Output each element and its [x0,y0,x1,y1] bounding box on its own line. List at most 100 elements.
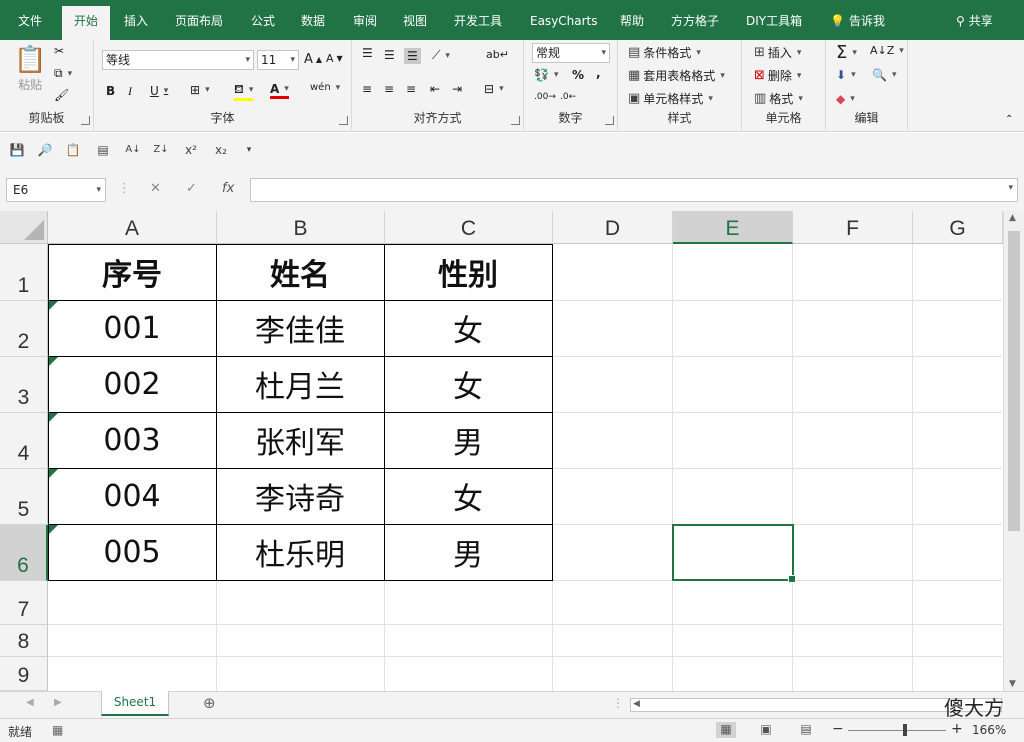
copy-icon[interactable]: ⧉ [54,66,72,81]
active-cell-e6[interactable] [672,524,796,583]
align-top-icon[interactable]: ☰ [362,46,373,60]
row-header-6[interactable]: 6 [0,525,48,581]
format-cells-button[interactable]: ▥ 格式 [754,90,803,107]
cell-a4[interactable]: 003 [48,412,216,468]
cell-a3[interactable]: 002 [48,356,216,412]
superscript-icon[interactable]: x² [182,142,200,158]
vertical-scroll-thumb[interactable] [1008,231,1020,531]
save-icon[interactable]: 💾 [8,142,26,158]
format-painter-icon[interactable]: 🖌 [54,88,69,102]
zoom-slider-thumb[interactable] [903,724,907,736]
fill-icon[interactable]: ⬇ [836,68,856,82]
align-bottom-icon[interactable]: ☰ [404,48,421,64]
tab-insert[interactable]: 插入 [124,10,148,32]
font-launcher-icon[interactable] [339,116,348,125]
sort-asc-icon[interactable]: A↓ [124,142,142,158]
insert-function-icon[interactable]: fx [222,181,234,196]
cell-c2[interactable]: 女 [384,300,552,356]
normal-view-icon[interactable]: ▦ [716,722,736,738]
font-size-select[interactable]: 11 ▾ [257,50,299,70]
zoom-slider-track[interactable] [848,730,946,731]
tab-help[interactable]: 帮助 [620,10,644,32]
currency-icon[interactable]: 💱 [534,68,558,82]
collapse-ribbon-icon[interactable]: ⌃ [1005,114,1013,125]
scroll-down-icon[interactable]: ▼ [1009,679,1016,689]
align-left-icon[interactable]: ≡ [362,82,372,96]
find-select-icon[interactable]: 🔍 [872,68,896,82]
insert-cells-button[interactable]: ⊞ 插入 [754,44,801,61]
clear-icon[interactable]: ◆ [836,92,855,106]
select-all-button[interactable] [0,211,48,244]
column-header-g[interactable]: G [913,211,1003,244]
cell-b4[interactable]: 张利军 [216,412,384,468]
sheet-tab-sheet1[interactable]: Sheet1 [101,691,169,716]
column-header-f[interactable]: F [793,211,913,244]
bold-icon[interactable]: B [106,84,115,98]
tab-diy[interactable]: DIY工具箱 [746,10,802,32]
fill-color-icon[interactable]: ⛾ [234,82,254,101]
row-header-4[interactable]: 4 [0,413,48,469]
cell-b5[interactable]: 李诗奇 [216,468,384,524]
zoom-in-icon[interactable]: + [951,721,963,737]
vertical-scrollbar[interactable]: ▲ ▼ [1003,211,1024,691]
cell-c3[interactable]: 女 [384,356,552,412]
cell-c4[interactable]: 男 [384,412,552,468]
increase-decimal-icon[interactable]: .00→ [534,92,556,102]
cell-a6[interactable]: 005 [48,524,216,580]
wrap-text-icon[interactable]: ab↵ [486,48,509,61]
comma-button[interactable]: , [596,66,601,80]
row-header-5[interactable]: 5 [0,469,48,525]
increase-font-icon[interactable]: A ▲ [304,52,322,67]
print-preview-icon[interactable]: 🔎 [36,142,54,158]
cell-c6[interactable]: 男 [384,524,552,580]
subscript-icon[interactable]: x₂ [212,142,230,158]
increase-indent-icon[interactable]: ⇥ [452,82,462,96]
splitter-icon[interactable]: ⋮ [612,696,624,710]
add-sheet-icon[interactable]: ⊕ [203,694,216,712]
paste-qat-icon[interactable]: 📋 [64,142,82,158]
tab-review[interactable]: 审阅 [353,10,377,32]
tab-formulas[interactable]: 公式 [251,10,275,32]
scroll-up-icon[interactable]: ▲ [1009,213,1016,223]
font-color-icon[interactable]: A [270,82,289,99]
decrease-decimal-icon[interactable]: .0← [560,92,576,102]
cell-a1[interactable]: 序号 [48,244,216,300]
align-center-icon[interactable]: ≡ [384,82,394,96]
tell-me-box[interactable]: 💡 告诉我 [830,10,885,32]
cell-a5[interactable]: 004 [48,468,216,524]
cell-c1[interactable]: 性别 [384,244,552,300]
cell-a2[interactable]: 001 [48,300,216,356]
scroll-left-icon[interactable]: ◀ [633,699,640,709]
name-box[interactable]: E6 ▾ [6,178,106,202]
row-header-9[interactable]: 9 [0,657,48,691]
tab-developer[interactable]: 开发工具 [454,10,502,32]
tab-data[interactable]: 数据 [301,10,325,32]
column-header-b[interactable]: B [217,211,385,244]
align-middle-icon[interactable]: ☰ [384,48,395,62]
column-header-c[interactable]: C [385,211,553,244]
cell-b6[interactable]: 杜乐明 [216,524,384,580]
sort-desc-icon[interactable]: Z↓ [152,142,170,158]
zoom-out-icon[interactable]: − [832,721,844,737]
font-name-select[interactable]: 等线 ▾ [102,50,254,70]
tab-fangfang[interactable]: 方方格子 [671,10,719,32]
page-layout-view-icon[interactable]: ▣ [756,722,776,738]
customize-qat-icon[interactable]: ▾ [240,142,258,158]
phonetic-icon[interactable]: wén [310,82,340,93]
cell-b1[interactable]: 姓名 [216,244,384,300]
sort-filter-icon[interactable]: A↓Z [870,44,904,57]
borders-icon[interactable]: ⊞ [190,83,210,97]
tab-file[interactable]: 文件 [18,10,42,32]
align-right-icon[interactable]: ≡ [406,82,416,96]
cell-b2[interactable]: 李佳佳 [216,300,384,356]
delete-cells-button[interactable]: ⊠ 删除 [754,67,801,84]
tab-home[interactable]: 开始 [62,6,111,40]
page-setup-icon[interactable]: ▤ [94,142,112,158]
format-as-table-button[interactable]: ▦ 套用表格格式 [628,67,725,84]
share-button[interactable]: ⚲ 共享 [956,10,993,32]
column-header-d[interactable]: D [553,211,673,244]
next-sheet-icon[interactable]: ▶ [54,697,62,708]
percent-button[interactable]: % [572,68,584,82]
cell-styles-button[interactable]: ▣ 单元格样式 [628,90,713,107]
cell-c5[interactable]: 女 [384,468,552,524]
